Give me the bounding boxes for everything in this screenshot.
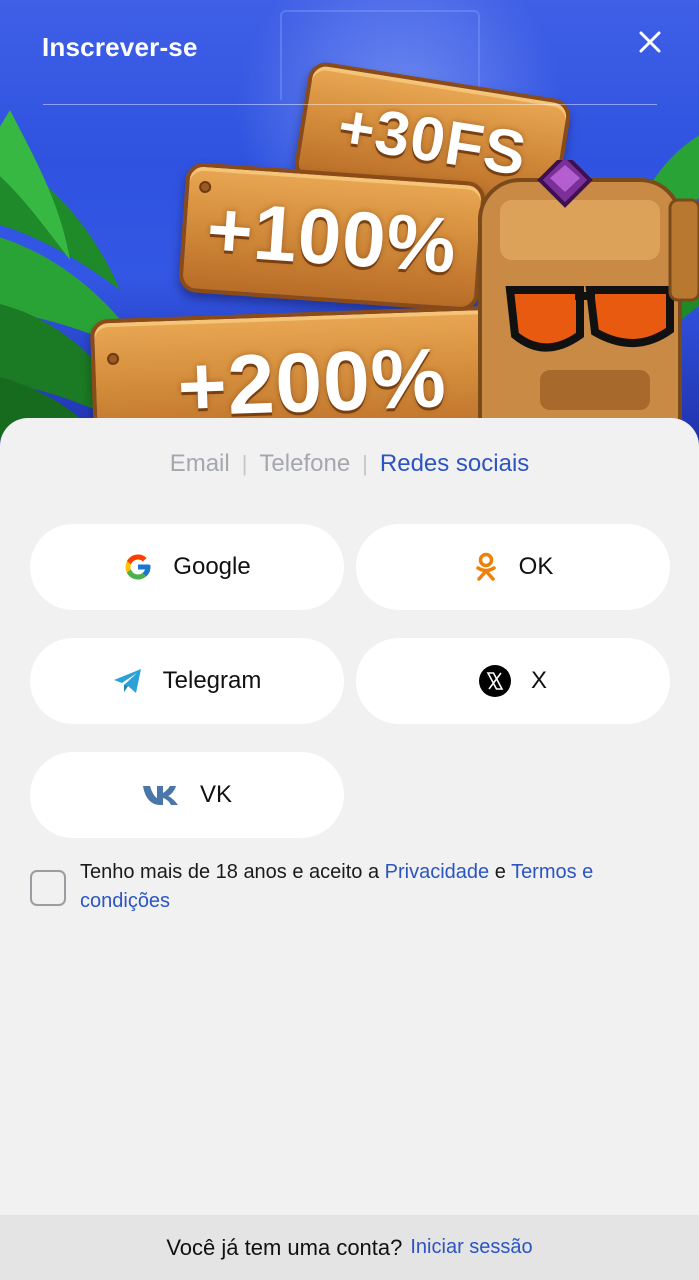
close-button[interactable] bbox=[632, 24, 668, 60]
have-account-text: Você já tem uma conta? bbox=[166, 1234, 403, 1260]
tab-email[interactable]: Email bbox=[170, 450, 230, 478]
odnoklassniki-icon bbox=[473, 552, 499, 582]
close-icon bbox=[639, 31, 661, 53]
consent-text: Tenho mais de 18 anos e aceito a Privaci… bbox=[80, 858, 600, 916]
vk-login-button[interactable]: VK bbox=[30, 752, 344, 838]
header-divider bbox=[43, 104, 657, 105]
telegram-login-button[interactable]: Telegram bbox=[30, 638, 344, 724]
promo-banner: +30FS +100% +200% Inscrever-se bbox=[0, 0, 699, 460]
google-label: Google bbox=[173, 553, 251, 580]
tab-redes-sociais[interactable]: Redes sociais bbox=[380, 450, 529, 478]
x-icon bbox=[478, 665, 511, 697]
vk-icon bbox=[142, 784, 180, 806]
consent-text-before: Tenho mais de 18 anos e aceito a bbox=[80, 861, 380, 883]
offer-100-percent: +100% bbox=[204, 183, 460, 290]
consent-text-and: e bbox=[494, 861, 506, 883]
age-terms-checkbox[interactable] bbox=[30, 870, 66, 906]
ok-label: OK bbox=[518, 553, 554, 580]
login-link[interactable]: Iniciar sessão bbox=[410, 1236, 532, 1259]
x-label: X bbox=[530, 667, 547, 694]
plank-nail bbox=[106, 352, 120, 366]
login-footer: Você já tem uma conta? Iniciar sessão bbox=[0, 1215, 699, 1280]
tab-separator: | bbox=[362, 451, 368, 476]
google-login-button[interactable]: Google bbox=[30, 524, 344, 610]
tab-telefone[interactable]: Telefone bbox=[259, 450, 350, 478]
ok-login-button[interactable]: OK bbox=[356, 524, 670, 610]
privacy-link[interactable]: Privacidade bbox=[385, 861, 490, 883]
google-icon bbox=[123, 552, 153, 582]
tab-separator: | bbox=[241, 451, 248, 476]
totem-mascot-image bbox=[478, 160, 699, 460]
telegram-label: Telegram bbox=[162, 667, 262, 694]
x-login-button[interactable]: X bbox=[356, 638, 670, 724]
telegram-icon bbox=[113, 668, 143, 694]
offer-plank-100: +100% bbox=[177, 161, 487, 313]
vk-label: VK bbox=[199, 781, 232, 808]
page-title: Inscrever-se bbox=[42, 32, 198, 62]
signup-method-tabs: Email | Telefone | Redes sociais bbox=[0, 448, 699, 480]
